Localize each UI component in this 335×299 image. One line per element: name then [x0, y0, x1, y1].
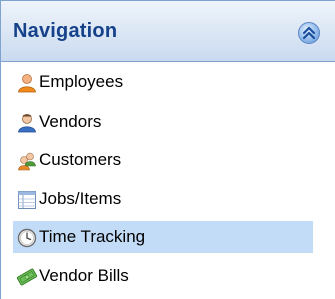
vendor-person-icon — [18, 114, 36, 133]
double-chevron-up-icon — [302, 26, 316, 40]
money-bill-icon — [17, 268, 37, 286]
collapse-button[interactable] — [298, 22, 320, 44]
nav-item-label: Jobs/Items — [39, 189, 122, 208]
nav-item-label: Employees — [39, 72, 124, 91]
nav-item-label: Time Tracking — [39, 227, 146, 246]
nav-item-customers[interactable]: Customers — [1, 144, 335, 176]
navigation-panel: Navigation Employees Vendors Customers J… — [0, 0, 335, 299]
navigation-header: Navigation — [0, 0, 335, 62]
nav-item-jobs-items[interactable]: Jobs/Items — [1, 183, 335, 215]
nav-item-label: Customers — [39, 150, 122, 169]
table-list-icon — [18, 191, 36, 209]
clock-icon — [17, 228, 37, 248]
navigation-list: Employees Vendors Customers Jobs/Items T… — [0, 62, 335, 299]
nav-item-vendors[interactable]: Vendors — [1, 106, 335, 138]
nav-item-label: Vendor Bills — [39, 266, 129, 285]
employee-person-icon — [18, 74, 36, 93]
nav-item-label: Vendors — [39, 112, 102, 131]
nav-item-vendor-bills[interactable]: Vendor Bills — [1, 260, 335, 292]
nav-item-employees[interactable]: Employees — [1, 66, 335, 98]
customers-group-icon — [18, 152, 36, 171]
navigation-title: Navigation — [13, 20, 118, 42]
nav-item-time-tracking[interactable]: Time Tracking — [1, 221, 335, 253]
